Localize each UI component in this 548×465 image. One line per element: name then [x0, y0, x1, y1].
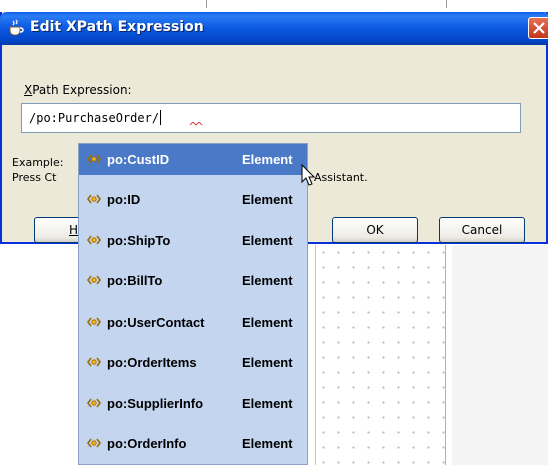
item-name: po:BillTo	[107, 273, 163, 288]
label-accelerator: X	[24, 83, 33, 97]
xml-element-icon	[87, 274, 101, 286]
xpath-completion-popup: po:CustID Element po:ID Element po:ShipT…	[78, 143, 308, 465]
item-kind: Element	[242, 355, 293, 370]
item-kind: Element	[242, 273, 293, 288]
mouse-pointer-icon	[301, 164, 316, 186]
xml-element-icon	[87, 397, 101, 409]
list-item[interactable]: po:OrderInfo Element	[79, 428, 307, 459]
xpath-expression-label: XPath Expression:	[24, 83, 132, 97]
item-name: po:ID	[107, 192, 141, 207]
error-squiggle-icon	[190, 122, 203, 126]
coffee-cup-icon	[7, 19, 25, 37]
item-name: po:ShipTo	[107, 233, 171, 248]
xml-element-icon	[87, 356, 101, 368]
list-item[interactable]: po:SupplierInfo Element	[79, 388, 307, 419]
canvas-divider	[445, 245, 446, 465]
ok-button[interactable]: OK	[332, 217, 418, 243]
xml-element-icon	[87, 437, 101, 449]
help-button-label: H	[69, 223, 79, 237]
item-kind: Element	[242, 396, 293, 411]
close-icon	[533, 22, 545, 34]
item-name: po:CustID	[107, 152, 170, 167]
item-name: po:SupplierInfo	[107, 396, 204, 411]
cancel-button[interactable]: Cancel	[439, 217, 525, 243]
item-kind: Element	[242, 436, 293, 451]
list-item[interactable]: po:OrderItems Element	[79, 347, 307, 378]
list-item[interactable]: po:UserContact Element	[79, 307, 307, 338]
xml-element-icon	[87, 153, 101, 165]
canvas-side-panel	[452, 245, 548, 465]
item-kind: Element	[242, 152, 293, 167]
list-item[interactable]: po:CustID Element	[79, 144, 307, 175]
item-kind: Element	[242, 192, 293, 207]
dialog-titlebar[interactable]: Edit XPath Expression	[0, 12, 548, 45]
close-button[interactable]	[528, 17, 548, 39]
dialog-title: Edit XPath Expression	[30, 19, 204, 35]
xpath-input-value: /po:PurchaseOrder/	[29, 111, 160, 125]
press-hint-tail: Assistant.	[314, 171, 368, 184]
list-item[interactable]: po:ShipTo Element	[79, 225, 307, 256]
item-name: po:UserContact	[107, 315, 205, 330]
xpath-expression-input[interactable]: /po:PurchaseOrder/	[21, 103, 521, 133]
item-name: po:OrderInfo	[107, 436, 187, 451]
xml-element-icon	[87, 316, 101, 328]
canvas-divider	[206, 0, 207, 8]
press-hint: Press Ct	[12, 171, 57, 184]
label-text: Path Expression:	[32, 83, 132, 97]
item-kind: Element	[242, 315, 293, 330]
item-kind: Element	[242, 233, 293, 248]
canvas-divider	[446, 0, 447, 8]
list-item[interactable]: po:BillTo Element	[79, 265, 307, 296]
text-caret	[160, 110, 162, 125]
list-item[interactable]: po:ID Element	[79, 184, 307, 215]
item-name: po:OrderItems	[107, 355, 197, 370]
xml-element-icon	[87, 193, 101, 205]
xml-element-icon	[87, 234, 101, 246]
design-canvas-grid	[315, 245, 451, 465]
